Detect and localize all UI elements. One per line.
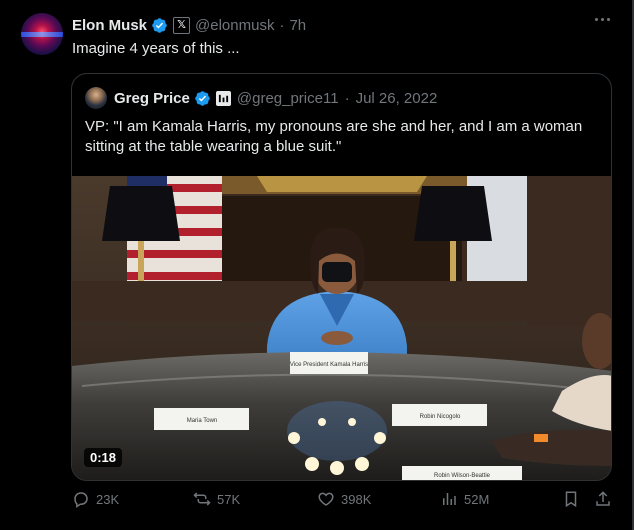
repost-count: 57K	[217, 491, 241, 507]
reply-button[interactable]: 23K	[72, 490, 119, 508]
action-bar: 23K 57K 398K 52M	[72, 490, 617, 512]
avatar[interactable]	[21, 13, 63, 55]
quote-verified-badge-icon[interactable]	[194, 90, 211, 107]
affiliation-badge-icon[interactable]	[215, 90, 231, 106]
right-back-placard: Robin Nicogolo	[420, 414, 461, 420]
quoted-post[interactable]: Greg Price @greg_price11 · Jul 26, 2022 …	[71, 73, 612, 481]
view-count: 52M	[464, 491, 490, 507]
post-header: Elon Musk 𝕏 @elonmusk · 7h	[72, 15, 306, 35]
like-count: 398K	[341, 491, 372, 507]
left-placard: Maria Town	[187, 418, 218, 424]
separator-dot: ·	[279, 16, 285, 34]
video-frame: Vice President Kamala Harris Maria Town …	[72, 176, 611, 480]
share-button[interactable]	[594, 490, 612, 508]
video-player[interactable]: Vice President Kamala Harris Maria Town …	[72, 176, 611, 480]
author-name[interactable]: Elon Musk	[72, 17, 147, 34]
quote-avatar[interactable]	[85, 87, 107, 109]
post-time[interactable]: 7h	[289, 17, 306, 34]
like-button[interactable]: 398K	[317, 490, 371, 508]
quote-date[interactable]: Jul 26, 2022	[356, 90, 438, 107]
author-handle[interactable]: @elonmusk	[195, 17, 274, 34]
views-chart-icon	[443, 493, 456, 505]
more-options-icon[interactable]	[595, 18, 610, 21]
verified-badge-icon[interactable]	[151, 17, 168, 34]
views-button[interactable]: 52M	[440, 490, 489, 508]
right-placard: Robin Wilson-Beattie	[434, 473, 491, 479]
quote-header: Greg Price @greg_price11 · Jul 26, 2022	[114, 88, 437, 108]
reply-count: 23K	[96, 491, 120, 507]
share-icon	[596, 491, 610, 506]
center-placard: Vice President Kamala Harris	[290, 362, 368, 368]
quote-separator-dot: ·	[344, 89, 350, 107]
bookmark-icon	[565, 491, 577, 508]
repost-icon	[193, 492, 211, 506]
post-text: Imagine 4 years of this ...	[72, 40, 240, 57]
bookmark-button[interactable]	[562, 490, 580, 508]
reply-icon	[74, 492, 88, 508]
heart-icon	[318, 492, 334, 506]
video-duration: 0:18	[84, 448, 123, 467]
quote-text: VP: "I am Kamala Harris, my pronouns are…	[85, 118, 583, 155]
x-affiliate-icon[interactable]: 𝕏	[173, 16, 191, 34]
quote-author-name[interactable]: Greg Price	[114, 90, 190, 107]
repost-button[interactable]: 57K	[193, 490, 240, 508]
quote-author-handle[interactable]: @greg_price11	[237, 90, 339, 107]
